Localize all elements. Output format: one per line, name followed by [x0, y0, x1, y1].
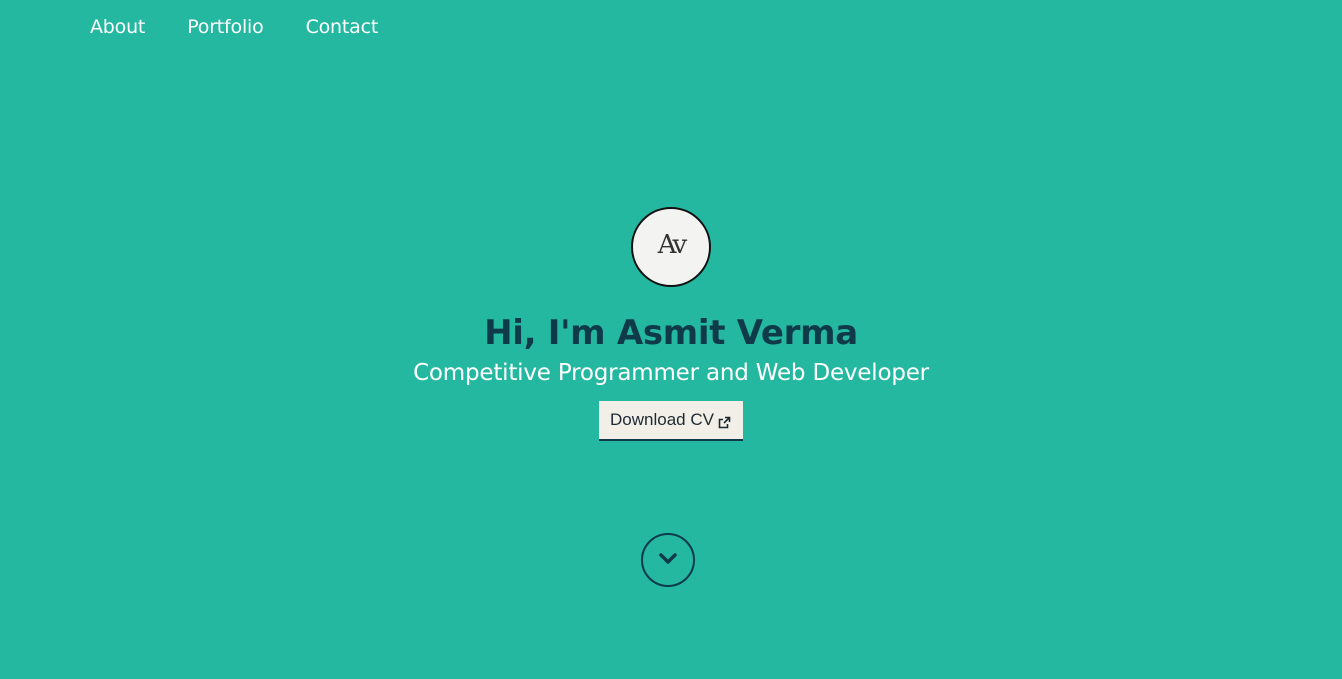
nav-link-about[interactable]: About	[90, 14, 145, 40]
avatar-monogram: Av	[657, 230, 687, 260]
nav-link-portfolio[interactable]: Portfolio	[187, 14, 264, 40]
page-subtitle: Competitive Programmer and Web Developer	[413, 360, 929, 386]
download-cv-button[interactable]: Download CV	[599, 401, 743, 441]
top-nav: About Portfolio Contact	[90, 14, 420, 40]
download-cv-label: Download CV	[610, 410, 714, 429]
nav-link-contact[interactable]: Contact	[306, 14, 379, 40]
page-title: Hi, I'm Asmit Verma	[484, 313, 858, 353]
external-link-icon	[718, 414, 731, 428]
chevron-down-icon	[658, 551, 678, 570]
hero-section: Av Hi, I'm Asmit Verma Competitive Progr…	[0, 207, 1342, 441]
avatar: Av	[631, 207, 711, 287]
scroll-down-button[interactable]	[641, 533, 695, 587]
